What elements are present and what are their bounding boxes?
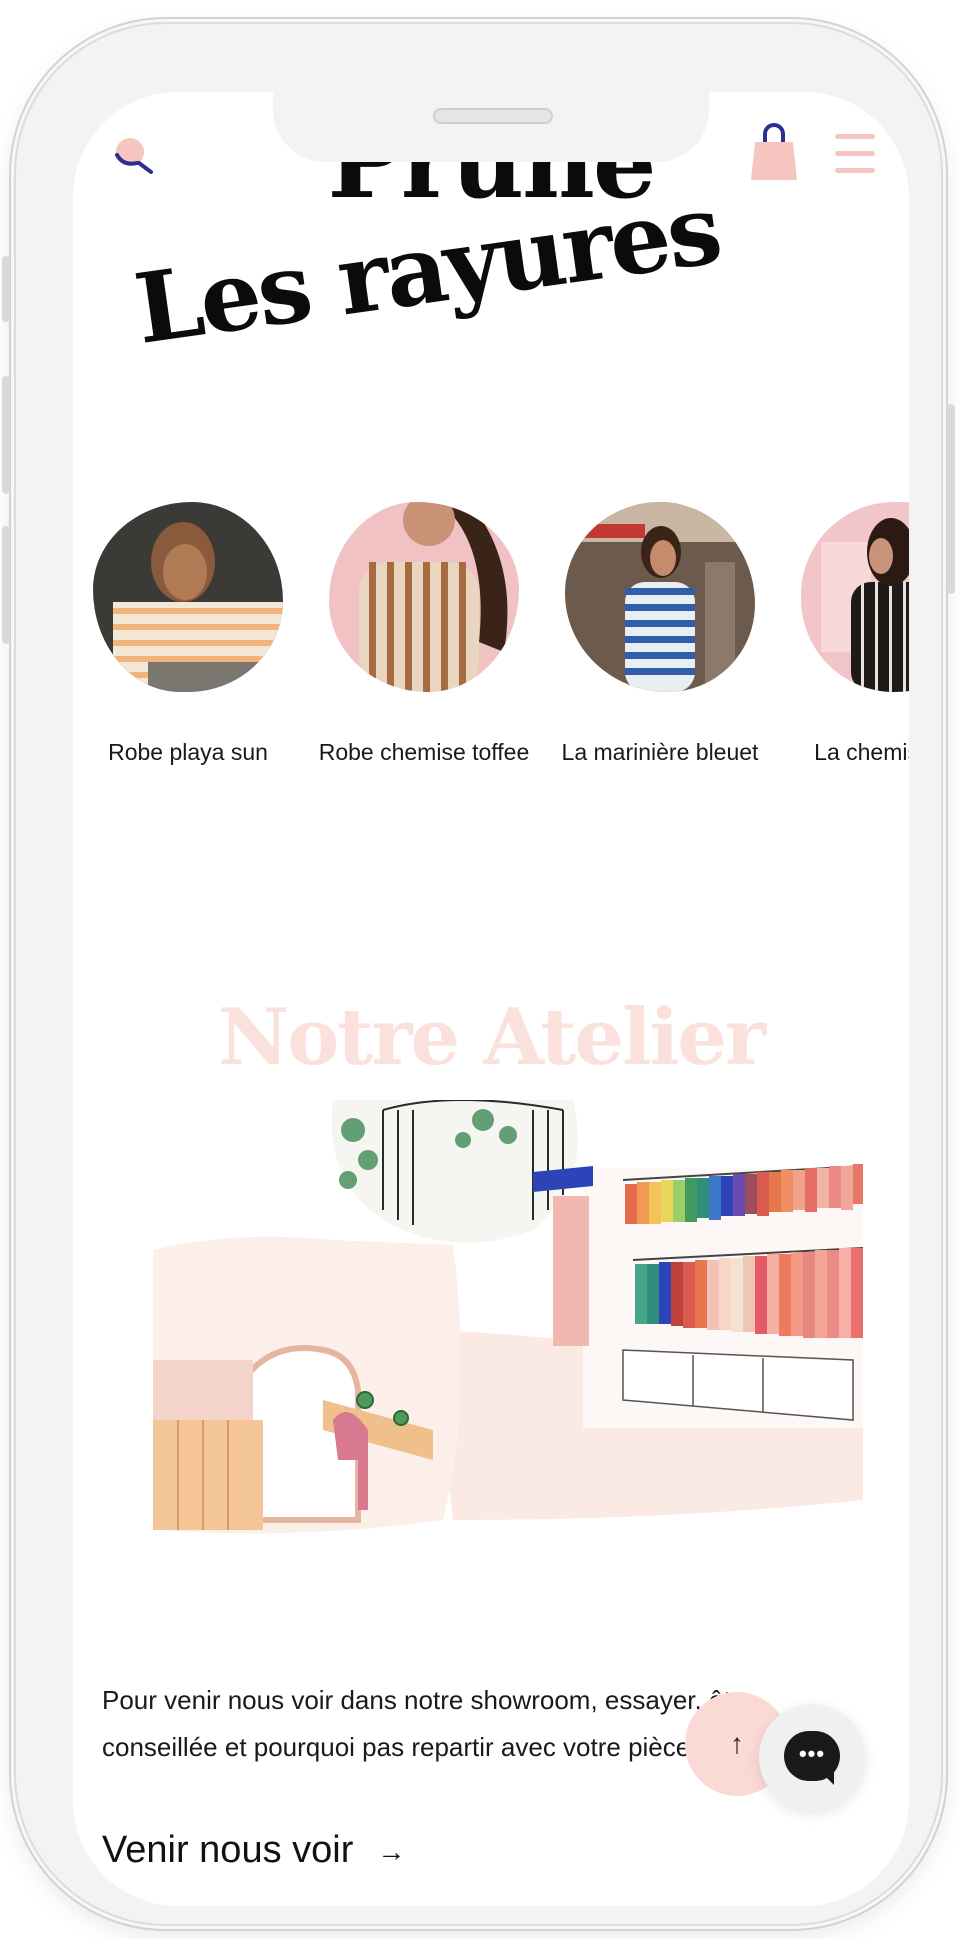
- product-image[interactable]: [93, 502, 283, 692]
- product-image[interactable]: [565, 502, 755, 692]
- power-button: [947, 404, 955, 594]
- arrow-right-icon: →: [377, 1835, 406, 1867]
- visit-us-label: Venir nous voir: [102, 1829, 354, 1871]
- product-carousel[interactable]: Robe playa sun Robe chemise toffee La ma…: [73, 502, 909, 842]
- shopping-bag-icon[interactable]: [749, 122, 799, 187]
- product-name[interactable]: La chemise rafa: [778, 732, 909, 772]
- chat-dots: •••: [798, 1741, 826, 1766]
- mute-switch: [2, 256, 10, 322]
- product-name[interactable]: Robe chemise toffee: [306, 732, 542, 772]
- chat-bubble-icon: •••: [784, 1731, 840, 1785]
- screen: Prune Les rayures Robe playa sun Robe ch…: [73, 92, 909, 1906]
- volume-down-button: [2, 526, 10, 644]
- visit-us-link[interactable]: Venir nous voir →: [102, 1829, 405, 1872]
- product-card[interactable]: Robe chemise toffee: [306, 502, 542, 772]
- notch: [273, 92, 709, 162]
- product-image[interactable]: [329, 502, 519, 692]
- chat-button[interactable]: •••: [759, 1704, 865, 1810]
- speaker: [433, 108, 553, 124]
- product-card[interactable]: Robe playa sun: [73, 502, 306, 772]
- product-name[interactable]: Robe playa sun: [73, 732, 306, 772]
- atelier-illustration: [151, 1099, 873, 1565]
- product-card[interactable]: La marinière bleuet: [542, 502, 778, 772]
- product-name[interactable]: La marinière bleuet: [542, 732, 778, 772]
- product-image[interactable]: [801, 502, 909, 692]
- product-card[interactable]: La chemise rafa: [778, 502, 909, 772]
- phone-frame: Prune Les rayures Robe playa sun Robe ch…: [2, 24, 955, 1924]
- volume-up-button: [2, 376, 10, 494]
- search-icon[interactable]: [113, 136, 157, 181]
- atelier-title: Notre Atelier: [217, 992, 766, 1083]
- menu-icon[interactable]: [833, 132, 877, 181]
